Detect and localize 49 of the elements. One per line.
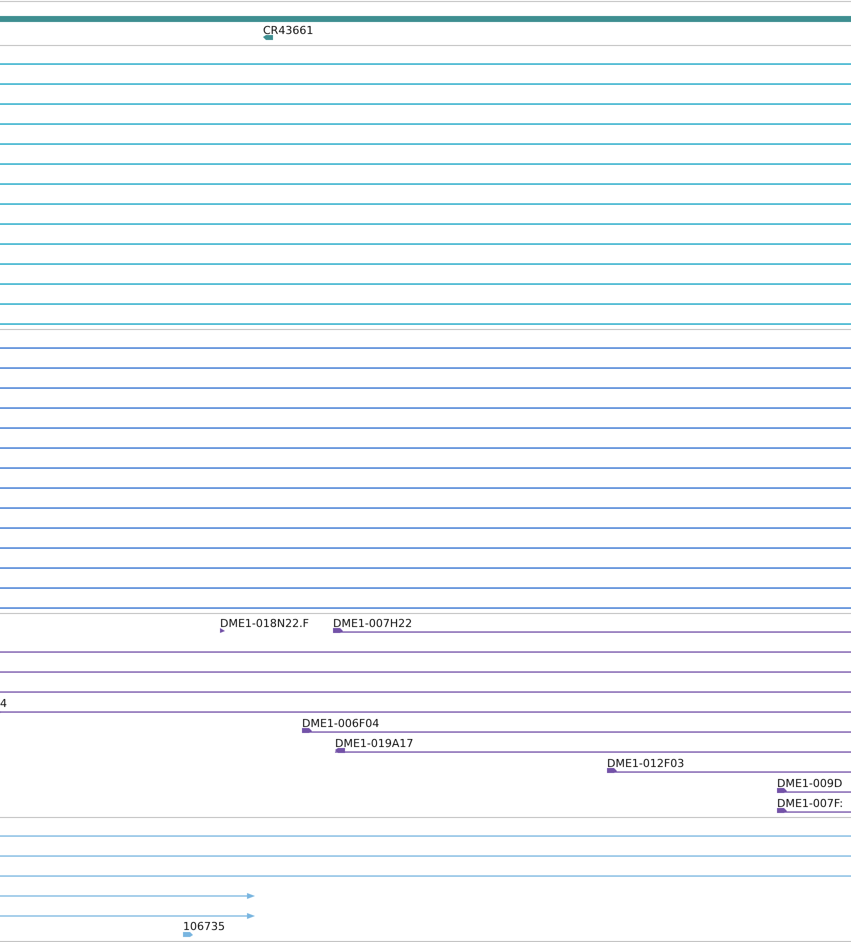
feature-line[interactable] bbox=[0, 547, 851, 549]
feature-line[interactable] bbox=[0, 567, 851, 569]
feature-line[interactable] bbox=[0, 183, 851, 185]
feature-glyph[interactable] bbox=[777, 808, 851, 813]
feature-arrow[interactable] bbox=[0, 913, 255, 919]
feature-label[interactable]: DME1-007H22 bbox=[333, 617, 412, 630]
feature-line[interactable] bbox=[0, 303, 851, 305]
feature-line[interactable] bbox=[0, 447, 851, 449]
feature-line[interactable] bbox=[0, 467, 851, 469]
feature-line[interactable] bbox=[0, 587, 851, 589]
feature-label[interactable]: DME1-009D bbox=[777, 777, 842, 790]
feature-glyph[interactable] bbox=[777, 788, 851, 793]
feature-arrow[interactable] bbox=[0, 893, 255, 899]
feature-label[interactable]: DME1-012F03 bbox=[607, 757, 684, 770]
feature-label[interactable]: 4 bbox=[0, 697, 7, 710]
feature-line[interactable] bbox=[0, 487, 851, 489]
feature-line[interactable] bbox=[0, 143, 851, 145]
feature-label[interactable]: CR43661 bbox=[263, 24, 314, 37]
feature-line[interactable] bbox=[0, 203, 851, 205]
feature-line[interactable] bbox=[0, 427, 851, 429]
feature-line[interactable] bbox=[0, 407, 851, 409]
feature-line[interactable] bbox=[0, 63, 851, 65]
feature-line[interactable] bbox=[0, 691, 851, 693]
feature-line[interactable] bbox=[0, 223, 851, 225]
feature-line[interactable] bbox=[0, 83, 851, 85]
feature-line[interactable] bbox=[0, 607, 851, 609]
feature-line[interactable] bbox=[0, 163, 851, 165]
feature-line[interactable] bbox=[0, 527, 851, 529]
feature-line[interactable] bbox=[0, 323, 851, 325]
feature-line[interactable] bbox=[0, 347, 851, 349]
feature-line[interactable] bbox=[0, 507, 851, 509]
feature-line[interactable] bbox=[0, 367, 851, 369]
feature-glyph[interactable] bbox=[302, 728, 851, 733]
feature-glyph[interactable] bbox=[335, 748, 851, 753]
feature-line[interactable] bbox=[0, 263, 851, 265]
feature-line[interactable] bbox=[0, 283, 851, 285]
feature-label[interactable]: DME1-006F04 bbox=[302, 717, 380, 730]
feature-glyph[interactable] bbox=[607, 768, 851, 773]
feature-line[interactable] bbox=[0, 243, 851, 245]
feature-line[interactable] bbox=[0, 651, 851, 653]
feature-label[interactable]: 106735 bbox=[183, 920, 225, 933]
feature-label[interactable]: DME1-007F: bbox=[777, 797, 844, 810]
feature-line[interactable] bbox=[0, 671, 851, 673]
feature-line[interactable] bbox=[0, 103, 851, 105]
feature-label[interactable]: DME1-018N22.F bbox=[220, 617, 309, 630]
feature-label[interactable]: DME1-019A17 bbox=[335, 737, 414, 750]
feature-glyph[interactable] bbox=[333, 628, 851, 633]
feature-line[interactable] bbox=[0, 123, 851, 125]
feature-line[interactable] bbox=[0, 387, 851, 389]
